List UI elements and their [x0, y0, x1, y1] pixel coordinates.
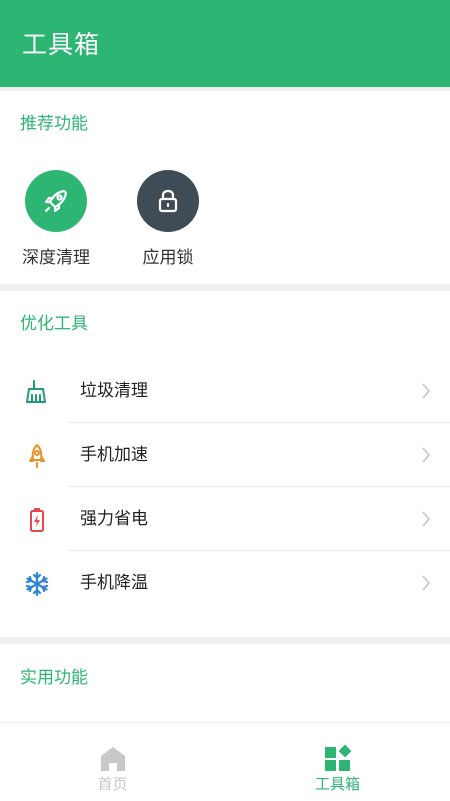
rocket-icon	[25, 170, 87, 232]
snowflake-icon	[22, 569, 52, 599]
rocket-outline-icon	[22, 441, 52, 471]
tab-toolbox[interactable]: 工具箱	[225, 723, 450, 801]
feature-app-lock[interactable]: 应用锁	[118, 170, 218, 270]
optimize-section: 优化工具 垃圾清理 手机加速 强力省电 手机降温	[0, 291, 450, 637]
utility-section: 实用功能	[0, 644, 450, 722]
lock-icon	[137, 170, 199, 232]
section-title-utility: 实用功能	[20, 668, 88, 688]
list-item-junk-clean[interactable]: 垃圾清理	[0, 359, 450, 423]
app-bar: 工具箱	[0, 0, 450, 87]
feature-deep-clean[interactable]: 深度清理	[6, 170, 106, 270]
chevron-right-icon	[422, 447, 431, 463]
tab-home[interactable]: 首页	[0, 723, 225, 801]
recommended-section: 推荐功能 深度清理 应用锁	[0, 91, 450, 284]
list-item-label: 强力省电	[80, 509, 148, 529]
bottom-tab-bar: 首页 工具箱	[0, 722, 450, 801]
chevron-right-icon	[422, 383, 431, 399]
list-item-power-saving[interactable]: 强力省电	[0, 487, 450, 551]
toolbox-icon	[325, 744, 352, 771]
feature-label-app-lock: 应用锁	[142, 248, 194, 268]
feature-label-deep-clean: 深度清理	[22, 248, 90, 268]
list-item-label: 手机加速	[80, 445, 148, 465]
chevron-right-icon	[422, 575, 431, 591]
broom-icon	[22, 377, 52, 407]
list-item-phone-cooling[interactable]: 手机降温	[0, 551, 450, 615]
section-title-optimize: 优化工具	[20, 314, 88, 334]
list-item-label: 垃圾清理	[80, 381, 148, 401]
chevron-right-icon	[422, 511, 431, 527]
battery-icon	[22, 505, 52, 535]
list-item-label: 手机降温	[80, 573, 148, 593]
home-icon	[101, 747, 125, 771]
tab-label-toolbox: 工具箱	[314, 775, 360, 793]
page-title: 工具箱	[22, 30, 101, 59]
tab-label-home: 首页	[97, 775, 128, 793]
list-item-phone-boost[interactable]: 手机加速	[0, 423, 450, 487]
section-title-recommended: 推荐功能	[20, 114, 88, 134]
